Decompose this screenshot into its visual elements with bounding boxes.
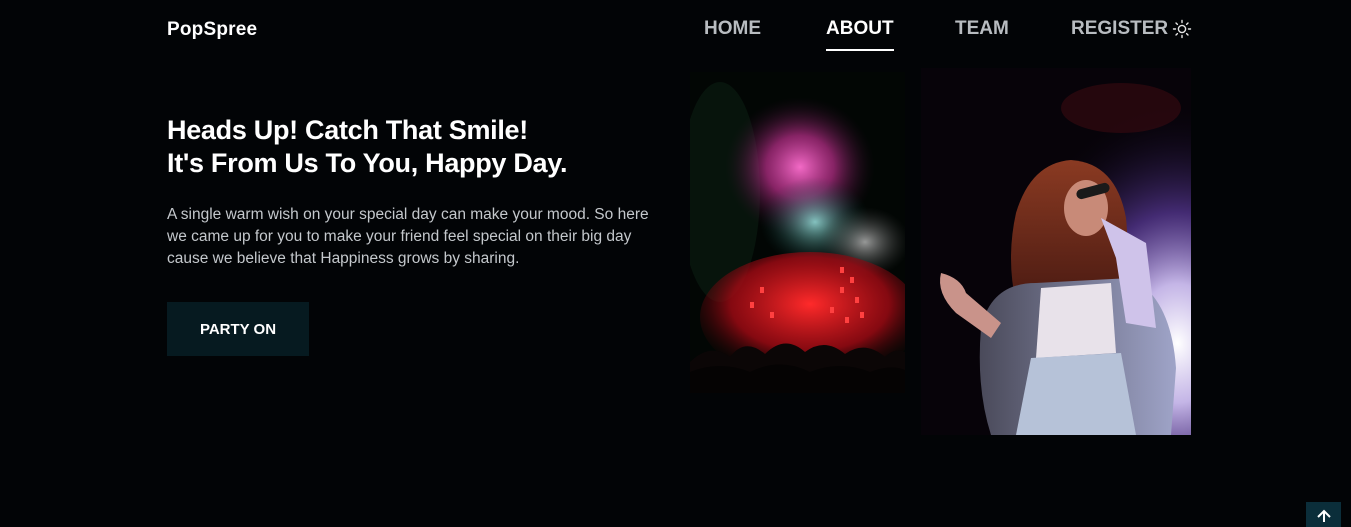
hero-description: A single warm wish on your special day c… [167, 206, 649, 267]
fireworks-concert-photo [690, 72, 905, 393]
arrow-up-icon [1316, 509, 1331, 522]
nav-item-team[interactable]: TEAM [955, 18, 1009, 49]
hero-title-line-1: Heads Up! Catch That Smile! [167, 115, 528, 145]
hero-title-line-2: It's From Us To You, Happy Day. [167, 148, 568, 178]
site-header: PopSpree HOME ABOUT TEAM REGISTER [0, 0, 1351, 64]
brand-logo[interactable]: PopSpree [167, 19, 257, 41]
scroll-top-button[interactable] [1306, 502, 1341, 527]
nav-item-about[interactable]: ABOUT [826, 18, 894, 51]
singer-on-stage-photo [921, 68, 1191, 435]
nav-item-register[interactable]: REGISTER [1071, 18, 1168, 49]
sun-icon[interactable] [1172, 19, 1192, 39]
nav-item-home[interactable]: HOME [704, 18, 761, 49]
party-on-button[interactable]: PARTY ON [167, 302, 309, 356]
page: PopSpree HOME ABOUT TEAM REGISTER Heads … [0, 0, 1351, 527]
hero-title: Heads Up! Catch That Smile! It's From Us… [167, 114, 667, 180]
